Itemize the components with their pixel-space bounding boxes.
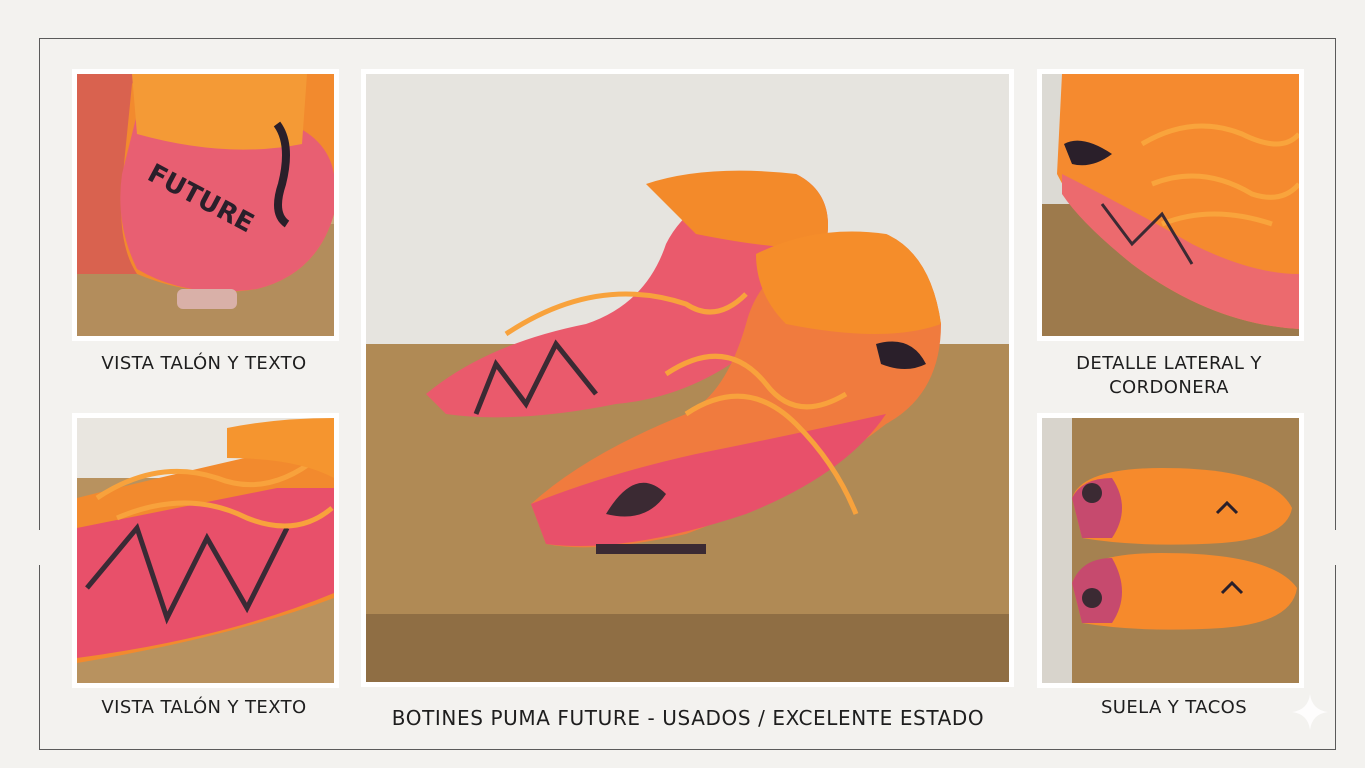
caption-laces-line1: DETALLE LATERAL Y <box>1076 353 1262 374</box>
caption-side-front: VISTA TALÓN Y TEXTO <box>101 697 307 718</box>
photo-main[interactable] <box>361 69 1014 687</box>
caption-laces-line2: CORDONERA <box>1109 377 1229 398</box>
caption-laces: DETALLE LATERAL Y CORDONERA <box>1037 352 1301 400</box>
main-caption: BOTINES PUMA FUTURE - USADOS / EXCELENTE… <box>391 706 985 730</box>
frame-gap <box>36 530 44 565</box>
photo-laces[interactable] <box>1037 69 1304 341</box>
photo-heel[interactable]: FUTURE <box>72 69 339 341</box>
caption-soles: SUELA Y TACOS <box>1100 697 1248 718</box>
photo-side-front[interactable] <box>72 413 339 688</box>
boot-side-image <box>77 418 334 683</box>
sparkle-icon <box>1292 694 1328 730</box>
frame-gap <box>1332 530 1340 565</box>
boot-laces-image <box>1042 74 1299 336</box>
photo-soles[interactable] <box>1037 413 1304 688</box>
boot-heel-image: FUTURE <box>77 74 334 336</box>
boot-soles-image <box>1042 418 1299 683</box>
boots-pair-image <box>366 74 1009 682</box>
caption-heel: VISTA TALÓN Y TEXTO <box>101 353 307 374</box>
